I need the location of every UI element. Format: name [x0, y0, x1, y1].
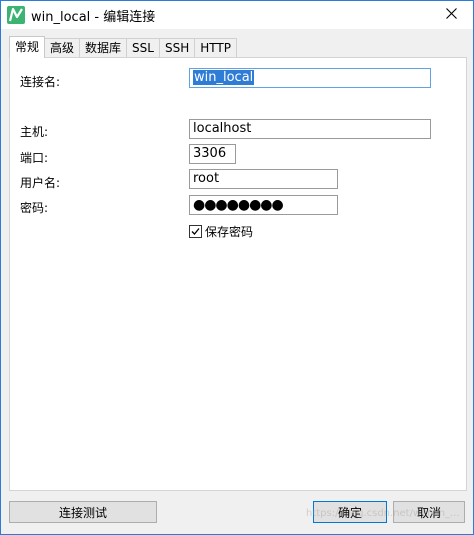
- tab-general[interactable]: 常规: [9, 36, 46, 58]
- window-title: win_local - 编辑连接: [31, 10, 156, 25]
- close-button[interactable]: [429, 1, 473, 29]
- host-field[interactable]: localhost: [189, 119, 431, 139]
- test-connection-button[interactable]: 连接测试: [9, 501, 157, 523]
- tab-database[interactable]: 数据库: [79, 38, 128, 58]
- host-label: 主机:: [20, 125, 49, 139]
- close-icon: [445, 8, 457, 22]
- tab-http[interactable]: HTTP: [194, 38, 237, 58]
- save-password-checkbox[interactable]: [189, 225, 202, 238]
- tab-ssl[interactable]: SSL: [126, 38, 160, 58]
- navicat-logo-icon: [7, 6, 25, 24]
- password-field[interactable]: ●●●●●●●●: [189, 195, 338, 215]
- username-field[interactable]: root: [189, 169, 338, 189]
- port-field[interactable]: 3306: [189, 144, 236, 164]
- connection-name-field[interactable]: win_local: [189, 68, 431, 88]
- general-panel: 连接名: win_local 主机: localhost 端口: 3306 用户…: [9, 57, 467, 491]
- password-label: 密码:: [20, 201, 49, 215]
- cancel-button[interactable]: 取消: [393, 501, 465, 523]
- save-password-label: 保存密码: [205, 225, 254, 239]
- connection-name-value: win_local: [193, 70, 255, 85]
- tab-ssh[interactable]: SSH: [158, 38, 196, 58]
- save-password-row[interactable]: 保存密码: [189, 223, 253, 240]
- tab-bar: 常规 高级 数据库 SSL SSH HTTP: [9, 36, 237, 58]
- checkmark-icon: [191, 228, 200, 235]
- port-label: 端口:: [20, 151, 49, 165]
- connection-name-label: 连接名:: [20, 75, 61, 89]
- ok-button[interactable]: 确定: [313, 501, 387, 523]
- username-label: 用户名:: [20, 176, 61, 190]
- tab-advanced[interactable]: 高级: [44, 38, 81, 58]
- password-mask: ●●●●●●●●: [193, 197, 284, 213]
- dialog-window: win_local - 编辑连接 常规 高级 数据库 SSL SSH HTTP …: [0, 0, 474, 535]
- title-bar[interactable]: win_local - 编辑连接: [1, 1, 473, 29]
